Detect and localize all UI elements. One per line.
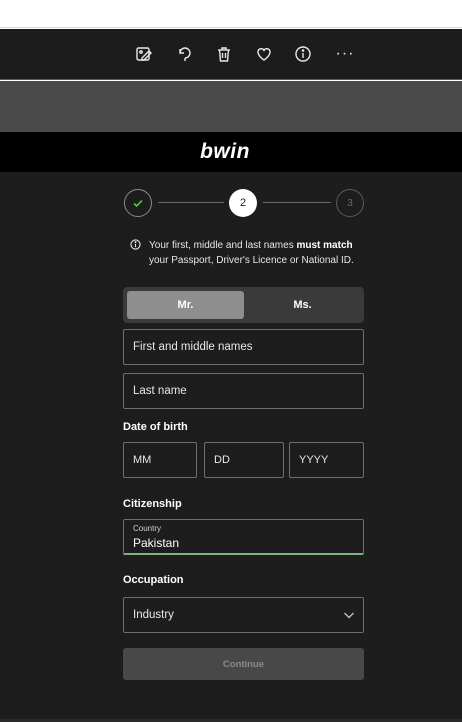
window-top-strip [0,0,462,28]
rotate-icon[interactable] [174,43,196,65]
dob-label: Date of birth [123,421,188,433]
step-3-upcoming: 3 [336,189,364,217]
dob-day-input[interactable]: DD [204,442,284,478]
country-field-label: Country [133,524,162,533]
chevron-down-icon [344,612,354,619]
stepper-line [158,202,224,203]
name-match-notice: Your first, middle and last names must m… [130,238,370,268]
notice-bold: must match [296,240,353,251]
first-middle-names-input[interactable]: First and middle names [123,329,364,365]
country-value: Pakistan [133,536,180,550]
occupation-value: Industry [133,609,174,621]
dob-year-input[interactable]: YYYY [289,442,364,478]
heart-icon[interactable] [253,43,275,65]
notice-text-line2: your Passport, Driver's Licence or Natio… [149,255,354,266]
dob-month-input[interactable]: MM [123,442,197,478]
title-option-ms[interactable]: Ms. [244,291,361,319]
registration-form: 2 3 Your first, middle and last names mu… [0,172,462,722]
step-2-current: 2 [229,189,257,217]
stepper-line [263,202,331,203]
notice-text: Your first, middle and last names [149,240,297,251]
brand-bar: bwin [0,132,462,172]
viewer-toolbar: ··· [0,29,462,80]
info-circle-icon [130,239,141,250]
more-icon[interactable]: ··· [333,43,357,65]
check-icon [133,199,143,208]
continue-button[interactable]: Continue [123,648,364,680]
trash-icon[interactable] [213,43,235,65]
site-header-bar [0,81,462,132]
country-input[interactable]: Country Pakistan [123,519,364,555]
citizenship-label: Citizenship [123,498,182,510]
occupation-label: Occupation [123,574,184,586]
occupation-select[interactable]: Industry [123,597,364,633]
step-1-done [124,189,152,217]
title-toggle: Mr. Ms. [123,287,364,323]
edit-image-icon[interactable] [133,43,155,65]
app-frame: ··· bwin 2 3 Your first, middle and last… [0,0,462,722]
last-name-input[interactable]: Last name [123,373,364,409]
info-icon[interactable] [292,43,314,65]
brand-logo: bwin [200,140,250,163]
title-option-mr[interactable]: Mr. [127,291,244,319]
